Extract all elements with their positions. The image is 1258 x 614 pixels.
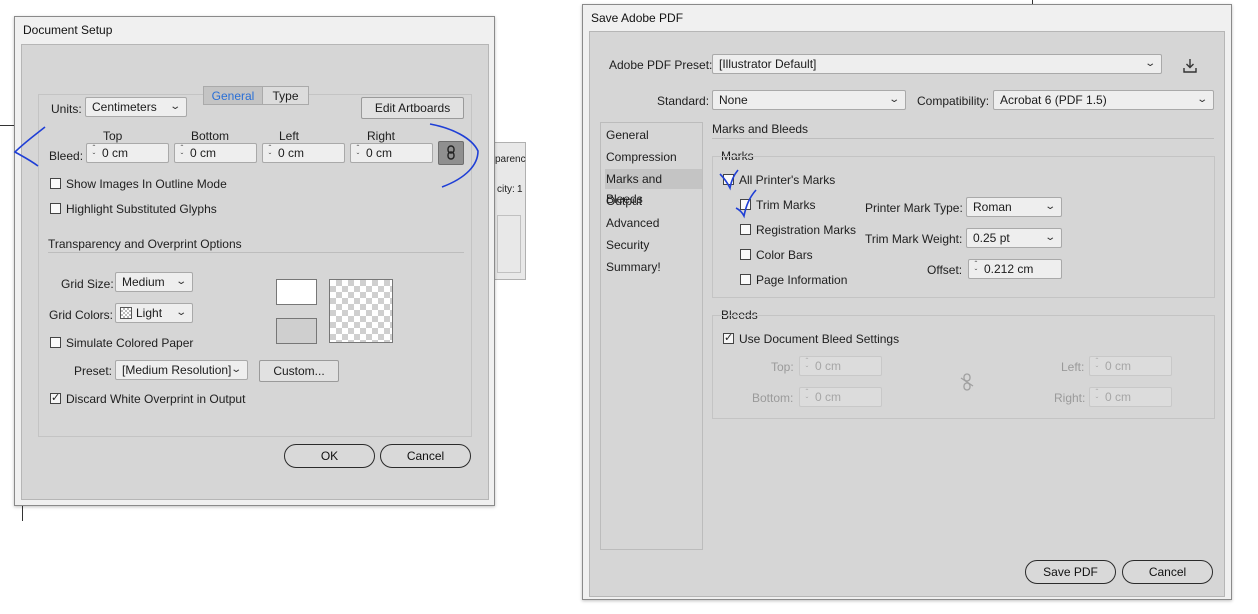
- standard-value: None: [719, 93, 748, 107]
- stepper-arrows-icon: ˆˇ: [805, 388, 809, 405]
- dialog-body: Adobe PDF Preset: [Illustrator Default] …: [589, 31, 1225, 597]
- grid-color-swatch-white[interactable]: [276, 279, 317, 305]
- trim-weight-value: 0.25 pt: [973, 231, 1010, 245]
- bleed-left-label: Left:: [1061, 360, 1085, 374]
- chevron-down-icon: ⌄: [1195, 94, 1208, 105]
- ok-button[interactable]: OK: [284, 444, 375, 468]
- stepper-arrows-icon[interactable]: ˆˇ: [971, 261, 981, 278]
- nav-item-output[interactable]: Output: [605, 191, 642, 211]
- discard-white-checkbox[interactable]: [50, 391, 61, 404]
- background-panel-box: [497, 215, 521, 273]
- section-title: Marks and Bleeds: [712, 122, 809, 136]
- chevron-down-icon: ⌄: [174, 276, 187, 287]
- grid-colors-value: Light: [136, 306, 163, 320]
- grid-colors-label: Grid Colors:: [49, 308, 114, 322]
- stepper-arrows-icon: ˆˇ: [805, 357, 809, 374]
- bleed-top-value: 0 cm: [815, 359, 842, 373]
- save-pdf-button[interactable]: Save PDF: [1025, 560, 1116, 584]
- save-pdf-dialog: Save Adobe PDF Adobe PDF Preset: [Illust…: [582, 4, 1232, 600]
- standard-label: Standard:: [657, 94, 710, 108]
- bleed-right-value: 0 cm: [1105, 390, 1132, 404]
- divider: [48, 252, 464, 253]
- use-doc-bleed-checkbox[interactable]: [723, 331, 734, 344]
- custom-button[interactable]: Custom...: [259, 360, 339, 382]
- page-information-label: Page Information: [756, 273, 848, 287]
- stepper-arrows-icon: ˆˇ: [1095, 388, 1099, 405]
- category-list: General Compression Marks and Bleeds Out…: [600, 122, 703, 550]
- compatibility-value: Acrobat 6 (PDF 1.5): [1000, 93, 1107, 107]
- transparency-grid-preview: [329, 279, 393, 343]
- grid-size-label: Grid Size:: [61, 277, 114, 291]
- simulate-paper-checkbox[interactable]: [50, 337, 61, 348]
- pdf-preset-value: [Illustrator Default]: [719, 57, 817, 71]
- compatibility-select[interactable]: Acrobat 6 (PDF 1.5) ⌄: [993, 90, 1214, 110]
- nav-item-marks-and-bleeds[interactable]: Marks and Bleeds: [605, 169, 702, 206]
- bleed-bottom-value: 0 cm: [815, 390, 842, 404]
- preset-label: Preset:: [74, 364, 113, 378]
- bleed-top-label: Top:: [771, 360, 794, 374]
- nav-item-summary[interactable]: Summary!: [605, 257, 661, 277]
- preset-value: [Medium Resolution]: [122, 363, 232, 377]
- trim-weight-select[interactable]: 0.25 pt ⌄: [966, 228, 1062, 248]
- chevron-down-icon: ⌄: [229, 364, 242, 375]
- bleed-right-label: Right:: [1054, 391, 1086, 405]
- color-bars-checkbox[interactable]: [740, 249, 751, 260]
- bleed-top-field[interactable]: ˆˇ 0 cm: [799, 356, 882, 376]
- guide-line: [22, 505, 23, 521]
- save-preset-button[interactable]: [1180, 56, 1200, 76]
- annotation-ink: [13, 123, 479, 188]
- trim-weight-label: Trim Mark Weight:: [865, 232, 963, 246]
- grid-color-swatch-gray[interactable]: [276, 318, 317, 344]
- checker-swatch-icon: [120, 307, 132, 319]
- discard-white-label: Discard White Overprint in Output: [66, 392, 246, 406]
- download-icon: [1183, 59, 1197, 73]
- use-doc-bleed-label: Use Document Bleed Settings: [739, 332, 900, 346]
- bleed-left-value: 0 cm: [1105, 359, 1132, 373]
- standard-select[interactable]: None ⌄: [712, 90, 906, 110]
- bleed-left-field[interactable]: ˆˇ 0 cm: [1089, 356, 1172, 376]
- mark-type-label: Printer Mark Type:: [865, 201, 963, 215]
- bleed-right-field[interactable]: ˆˇ 0 cm: [1089, 387, 1172, 407]
- chevron-down-icon: ⌄: [174, 307, 187, 318]
- cancel-button[interactable]: Cancel: [380, 444, 471, 468]
- nav-item-compression[interactable]: Compression: [605, 147, 677, 167]
- color-bars-label: Color Bars: [756, 248, 813, 262]
- chevron-down-icon: ⌄: [1043, 232, 1056, 243]
- mark-type-select[interactable]: Roman ⌄: [966, 197, 1062, 217]
- dialog-title: Save Adobe PDF: [591, 11, 684, 25]
- grid-size-value: Medium: [122, 275, 165, 289]
- chevron-down-icon: ⌄: [887, 94, 900, 105]
- pdf-preset-select[interactable]: [Illustrator Default] ⌄: [712, 54, 1162, 74]
- bleed-bottom-label: Bottom:: [752, 391, 794, 405]
- nav-item-security[interactable]: Security: [605, 235, 649, 255]
- nav-item-advanced[interactable]: Advanced: [605, 213, 659, 233]
- bleed-bottom-field[interactable]: ˆˇ 0 cm: [799, 387, 882, 407]
- preset-select[interactable]: [Medium Resolution] ⌄: [115, 360, 248, 380]
- link-bleed-button[interactable]: [958, 372, 976, 392]
- pdf-preset-label: Adobe PDF Preset:: [609, 58, 713, 72]
- divider: [712, 138, 1214, 139]
- annotation-ink: [719, 169, 757, 219]
- page-information-checkbox[interactable]: [740, 274, 751, 285]
- chevron-down-icon: ⌄: [1043, 201, 1056, 212]
- mark-type-value: Roman: [973, 200, 1012, 214]
- simulate-paper-label: Simulate Colored Paper: [66, 336, 194, 350]
- nav-item-general[interactable]: General: [605, 125, 649, 145]
- chevron-down-icon: ⌄: [1143, 58, 1156, 69]
- offset-value: 0.212 cm: [984, 262, 1034, 276]
- compatibility-label: Compatibility:: [917, 94, 990, 108]
- offset-field[interactable]: ˆˇ 0.212 cm: [968, 259, 1062, 279]
- cancel-button[interactable]: Cancel: [1122, 560, 1213, 584]
- grid-colors-select[interactable]: Light ⌄: [115, 303, 193, 323]
- stepper-arrows-icon: ˆˇ: [1095, 357, 1099, 374]
- grid-size-select[interactable]: Medium ⌄: [115, 272, 193, 292]
- offset-label: Offset:: [927, 263, 963, 277]
- broken-link-icon: [960, 373, 974, 391]
- transparency-heading: Transparency and Overprint Options: [48, 237, 242, 251]
